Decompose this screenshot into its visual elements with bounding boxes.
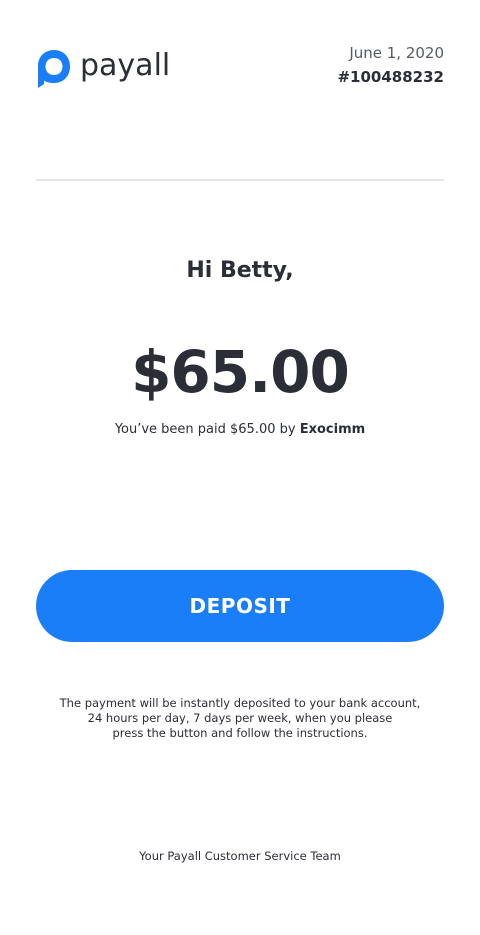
order-number: #100488232 [337, 68, 444, 86]
payment-description-text: You’ve been paid $65.00 by [114, 422, 296, 437]
payment-description: You’ve been paid $65.00 by Exocimm [0, 422, 480, 437]
payment-amount: $65.00 [131, 338, 350, 406]
greeting: Hi Betty, [186, 258, 294, 283]
brand-logo: payall [36, 48, 170, 90]
signoff: Your Payall Customer Service Team [139, 849, 341, 863]
email-meta: June 1, 2020 #100488232 [337, 44, 444, 86]
header-divider [36, 179, 444, 181]
deposit-button[interactable]: DEPOSIT [36, 570, 444, 642]
payall-logo-icon [38, 50, 70, 88]
brand-name: payall [80, 48, 171, 83]
email-date: June 1, 2020 [349, 44, 444, 62]
deposit-info-line: 24 hours per day, 7 days per week, when … [87, 711, 393, 725]
deposit-info: The payment will be instantly deposited … [40, 696, 440, 741]
deposit-info-line: The payment will be instantly deposited … [59, 696, 421, 710]
deposit-info-line: press the button and follow the instruct… [112, 726, 368, 740]
email-header: payall June 1, 2020 #100488232 [36, 44, 444, 94]
payer-name: Exocimm [299, 422, 366, 437]
